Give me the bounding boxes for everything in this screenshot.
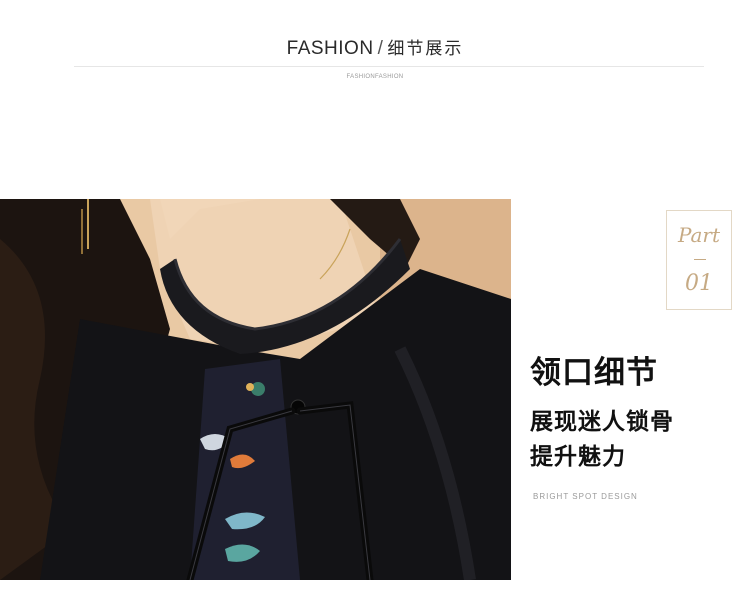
heading-divider: [74, 66, 704, 67]
detail-title: 领口细节: [530, 355, 658, 391]
heading-chinese: 细节展示: [387, 39, 464, 59]
detail-description-line2: 提升魅力: [530, 444, 626, 470]
heading-english: FASHION: [286, 38, 374, 59]
section-heading: FASHION / 细节展示: [0, 34, 750, 60]
product-detail-photo: [0, 199, 511, 580]
part-divider: [694, 259, 706, 260]
design-tagline: BRIGHT SPOT DESIGN: [533, 492, 638, 501]
collar-closeup-illustration: [0, 199, 511, 580]
heading-separator: /: [377, 38, 384, 59]
heading-subtitle: FASHIONFASHION: [346, 74, 404, 80]
part-number: 01: [685, 271, 713, 296]
part-label: Part: [677, 223, 721, 247]
detail-description-line1: 展现迷人锁骨: [530, 409, 674, 435]
part-badge: Part 01: [666, 210, 732, 310]
